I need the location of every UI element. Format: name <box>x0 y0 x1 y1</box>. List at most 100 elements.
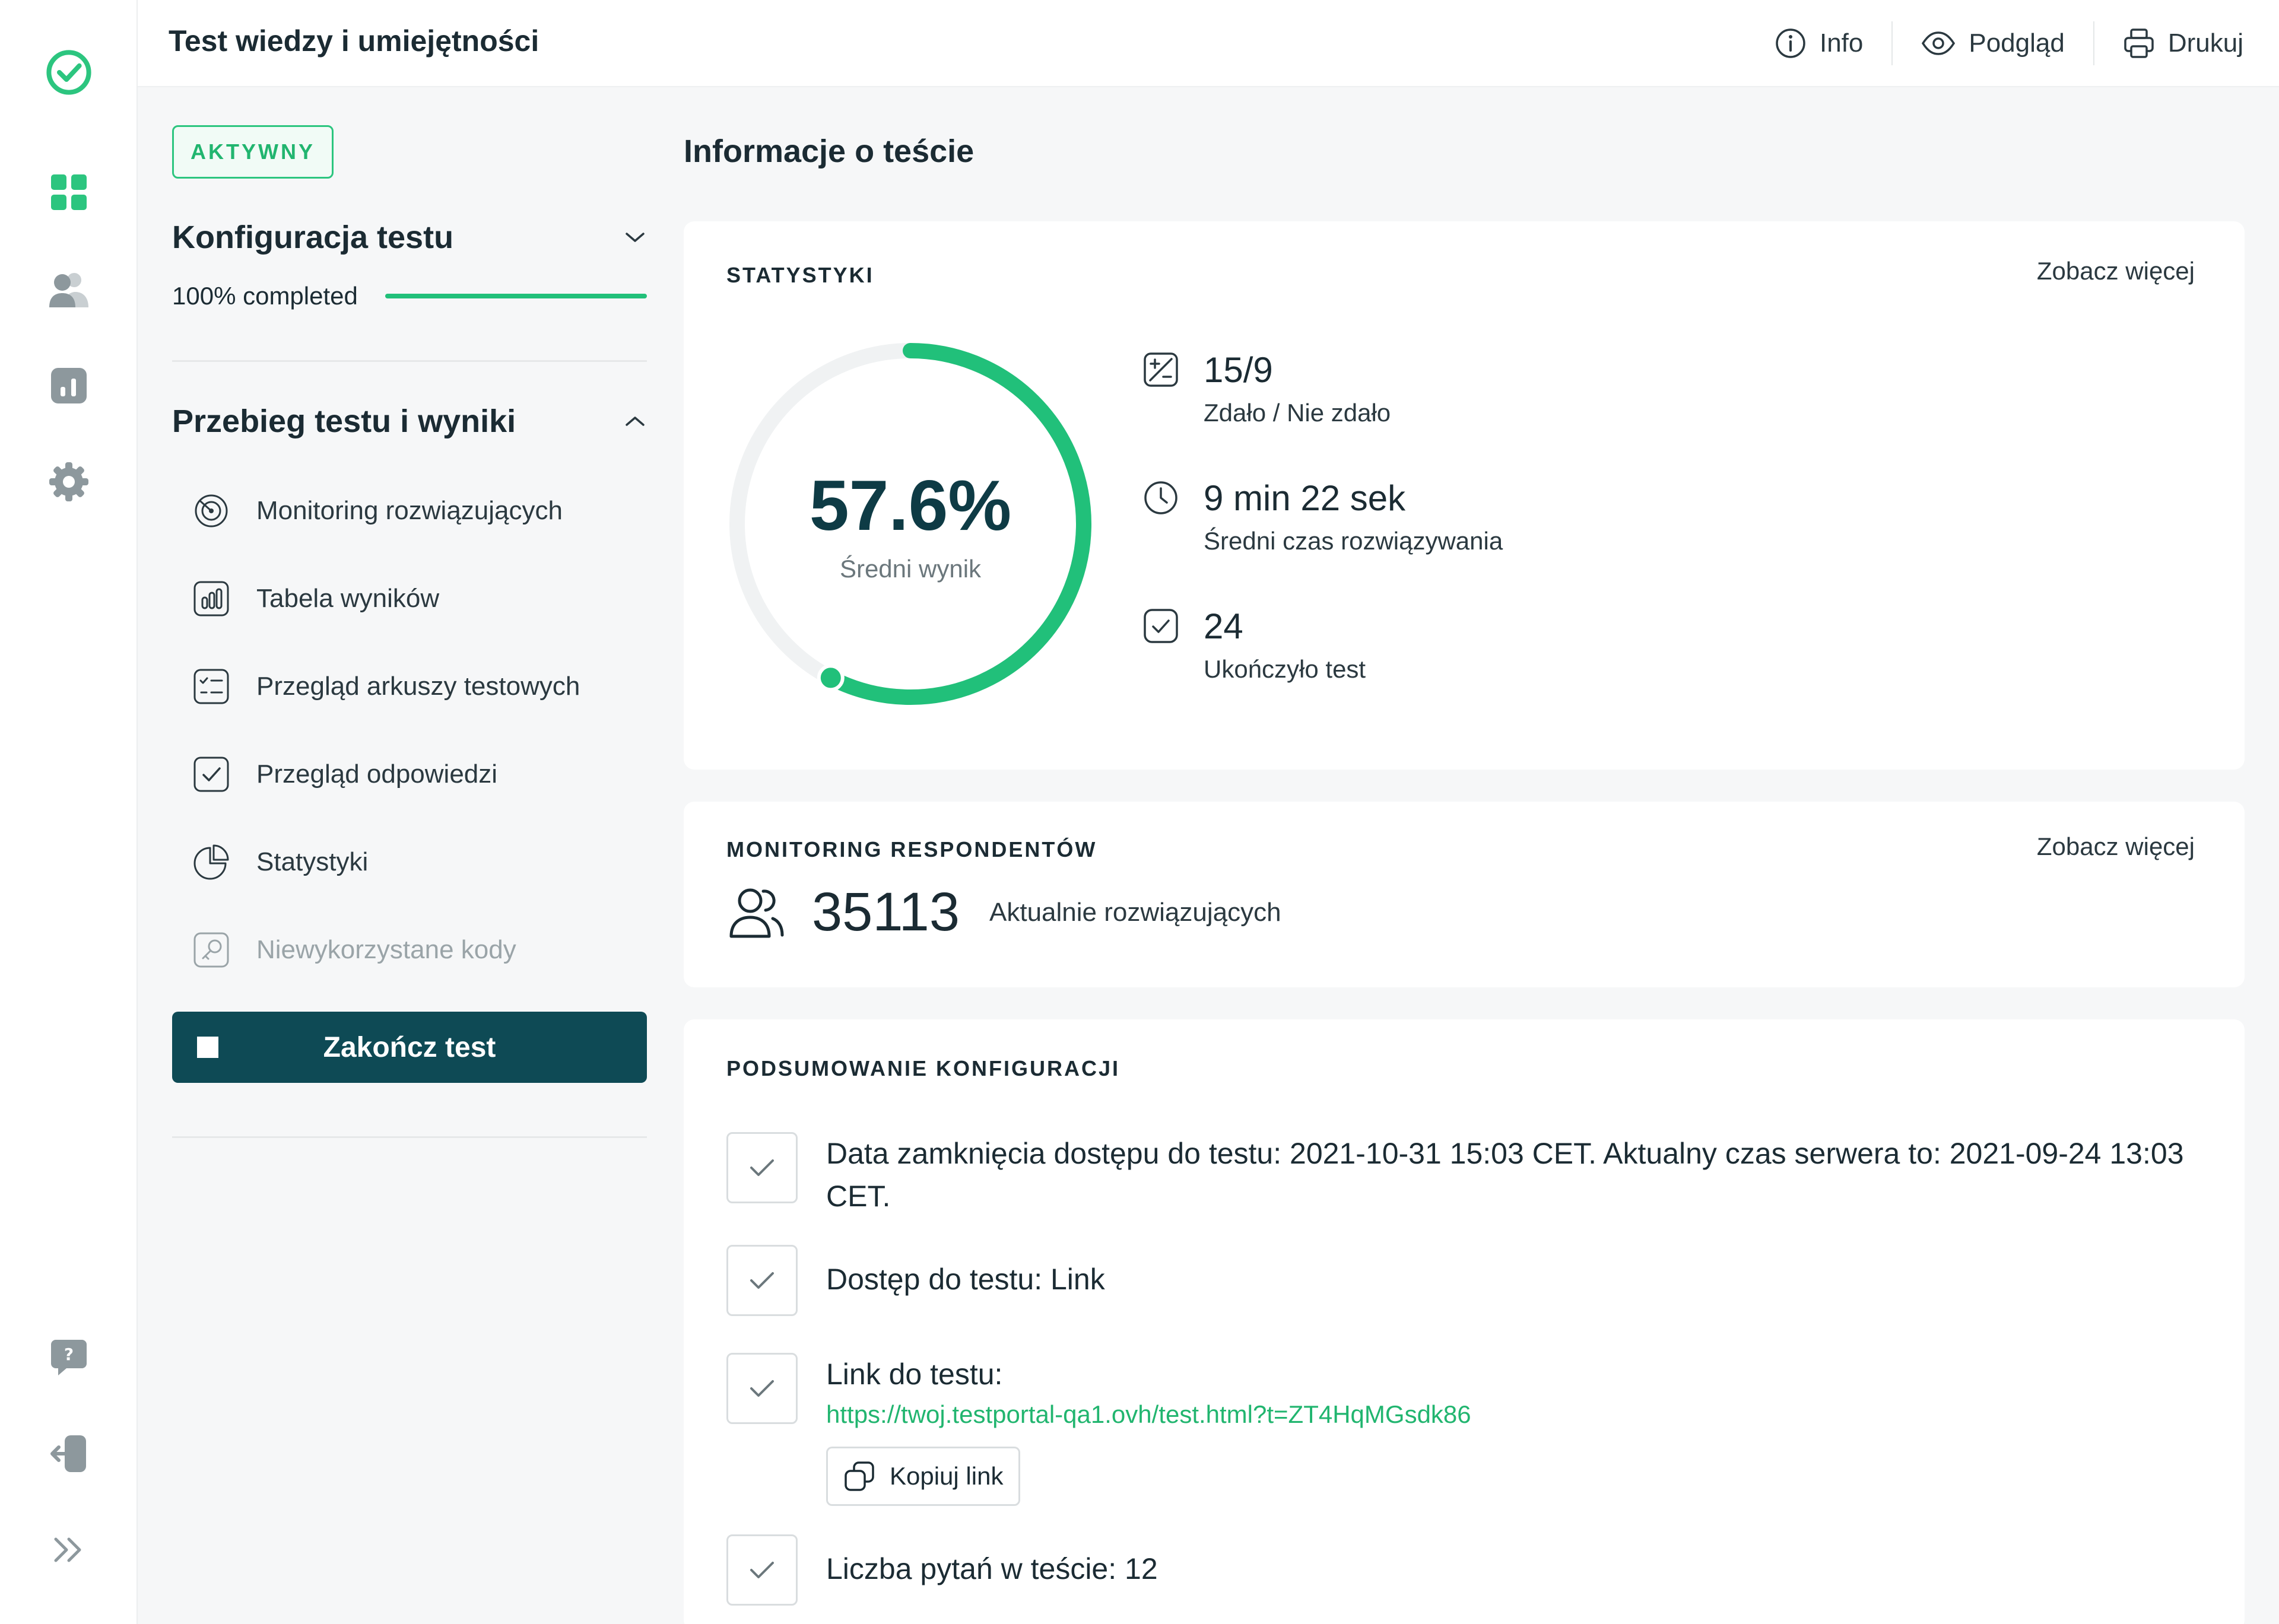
chevron-up-icon <box>626 417 645 426</box>
info-icon <box>1776 28 1805 58</box>
nav-item-answers[interactable]: Przegląd odpowiedzi <box>192 730 649 818</box>
copy-link-label: Kopiuj link <box>890 1462 1004 1490</box>
nav-label: Statystyki <box>256 847 369 876</box>
logo-check-icon[interactable] <box>45 49 93 96</box>
stat-text: 9 min 22 sek Średni czas rozwiązywania <box>1204 478 1503 555</box>
top-actions: Info Podgląd Drukuj <box>1746 21 2243 65</box>
run-section-title: Przebieg testu i wyniki <box>172 403 516 439</box>
printer-icon <box>2124 28 2154 58</box>
app-title: Test wiedzy i umiejętności <box>169 24 539 58</box>
config-section-title: Konfiguracja testu <box>172 220 454 255</box>
divider <box>172 1136 647 1138</box>
run-nav-list: Monitoring rozwiązujących Tabela wyników <box>192 467 649 994</box>
monitoring-see-more-link[interactable]: Zobacz więcej <box>2037 832 2195 861</box>
users-icon[interactable] <box>45 266 93 313</box>
nav-item-monitoring[interactable]: Monitoring rozwiązujących <box>192 467 649 555</box>
eye-icon <box>1922 31 1956 55</box>
summary-check <box>726 1132 798 1203</box>
nav-label: Monitoring rozwiązujących <box>256 496 563 525</box>
nav-item-results-table[interactable]: Tabela wyników <box>192 555 649 643</box>
stat-avg-time: 9 min 22 sek Średni czas rozwiązywania <box>1143 478 1503 555</box>
chevron-down-icon <box>626 233 645 242</box>
svg-text:?: ? <box>64 1345 74 1364</box>
expand-icon[interactable] <box>45 1526 93 1574</box>
nav-item-unused-codes[interactable]: Niewykorzystane kody <box>192 906 649 994</box>
dashboard-icon[interactable] <box>45 169 93 216</box>
end-test-label: Zakończ test <box>323 1031 496 1063</box>
monitoring-icon <box>195 494 228 527</box>
stat-desc: Średni czas rozwiązywania <box>1204 527 1503 555</box>
respondents-count: 35113 <box>812 882 960 942</box>
top-bar: Test wiedzy i umiejętności Info Podgląd <box>138 0 2279 87</box>
config-progress: 100% completed <box>172 282 647 310</box>
left-rail: ? <box>0 0 138 1624</box>
nav-label: Przegląd odpowiedzi <box>256 759 498 789</box>
average-score-value: 57.6% <box>809 466 1012 545</box>
summary-check <box>726 1245 798 1316</box>
check-icon <box>750 1380 774 1397</box>
nav-item-test-sheets[interactable]: Przegląd arkuszy testowych <box>192 643 649 730</box>
help-icon[interactable]: ? <box>45 1334 93 1381</box>
key-icon <box>193 932 229 968</box>
respondents-desc: Aktualnie rozwiązujących <box>989 897 1281 927</box>
app-root: ? Test wiedzy i umiejętności Info Podglą… <box>0 0 2279 1624</box>
results-table-icon <box>193 581 229 616</box>
logout-icon[interactable] <box>45 1430 93 1477</box>
progress-label: 100% completed <box>172 282 358 310</box>
status-badge: AKTYWNY <box>172 125 334 179</box>
run-section-header[interactable]: Przebieg testu i wyniki <box>172 403 647 440</box>
check-icon <box>750 1159 774 1176</box>
average-score-donut: 57.6% Średni wynik <box>726 340 1094 708</box>
summary-text: Dostęp do testu: Link <box>826 1263 1105 1296</box>
pass-fail-icon <box>1144 352 1178 387</box>
summary-card: PODSUMOWANIE KONFIGURACJI Data zamknięci… <box>684 1019 2245 1624</box>
donut-knob <box>817 664 845 692</box>
nav-label: Tabela wyników <box>256 584 440 613</box>
summary-item-access: Dostęp do testu: Link <box>726 1245 2186 1316</box>
nav-item-statistics[interactable]: Statystyki <box>192 818 649 906</box>
monitoring-card: MONITORING RESPONDENTÓW Zobacz więcej 35… <box>684 802 2245 987</box>
clock-icon <box>1144 481 1177 514</box>
settings-icon[interactable] <box>45 458 93 506</box>
check-square-icon <box>1144 609 1178 643</box>
reports-icon[interactable] <box>45 362 93 409</box>
respondents-row: 35113 Aktualnie rozwiązujących <box>726 881 1281 943</box>
stop-icon <box>197 1037 218 1058</box>
divider <box>172 360 647 362</box>
stat-pass-fail: 15/9 Zdało / Nie zdało <box>1143 349 1391 427</box>
check-icon <box>750 1562 774 1578</box>
info-label: Info <box>1819 28 1864 58</box>
stat-completed: 24 Ukończyło test <box>1143 606 1366 684</box>
summary-text: Liczba pytań w teście: 12 <box>826 1552 1158 1585</box>
pie-chart-icon <box>193 844 229 880</box>
preview-label: Podgląd <box>1969 28 2065 58</box>
monitoring-card-label: MONITORING RESPONDENTÓW <box>726 837 1097 862</box>
stat-value: 24 <box>1204 606 1243 646</box>
average-score-label: Średni wynik <box>839 555 982 583</box>
summary-text: Data zamknięcia dostępu do testu: 2021-1… <box>826 1137 2184 1213</box>
summary-item-link: Link do testu: https://twoj.testportal-q… <box>726 1353 2186 1506</box>
stats-card-label: STATYSTYKI <box>726 263 874 287</box>
info-button[interactable]: Info <box>1746 21 1891 65</box>
summary-card-label: PODSUMOWANIE KONFIGURACJI <box>726 1056 1121 1080</box>
respondents-icon <box>729 888 784 937</box>
summary-text: Link do testu: <box>826 1358 1003 1391</box>
summary-item-close-date: Data zamknięcia dostępu do testu: 2021-1… <box>726 1132 2186 1218</box>
stat-text: 24 Ukończyło test <box>1204 606 1366 684</box>
end-test-button[interactable]: Zakończ test <box>172 1012 647 1083</box>
summary-check <box>726 1534 798 1606</box>
summary-check <box>726 1353 798 1424</box>
sheets-icon <box>193 669 229 704</box>
stat-text: 15/9 Zdało / Nie zdało <box>1204 349 1391 427</box>
nav-label: Niewykorzystane kody <box>256 935 516 964</box>
test-link[interactable]: https://twoj.testportal-qa1.ovh/test.htm… <box>826 1400 2186 1429</box>
progress-fill <box>385 294 647 298</box>
preview-button[interactable]: Podgląd <box>1891 21 2093 65</box>
print-button[interactable]: Drukuj <box>2093 21 2243 65</box>
stats-see-more-link[interactable]: Zobacz więcej <box>2037 257 2195 285</box>
page-title: Informacje o teście <box>684 134 975 169</box>
copy-link-button[interactable]: Kopiuj link <box>826 1447 1021 1506</box>
config-section-header[interactable]: Konfiguracja testu <box>172 219 647 256</box>
stat-value: 9 min 22 sek <box>1204 478 1406 518</box>
stat-desc: Zdało / Nie zdało <box>1204 399 1391 427</box>
